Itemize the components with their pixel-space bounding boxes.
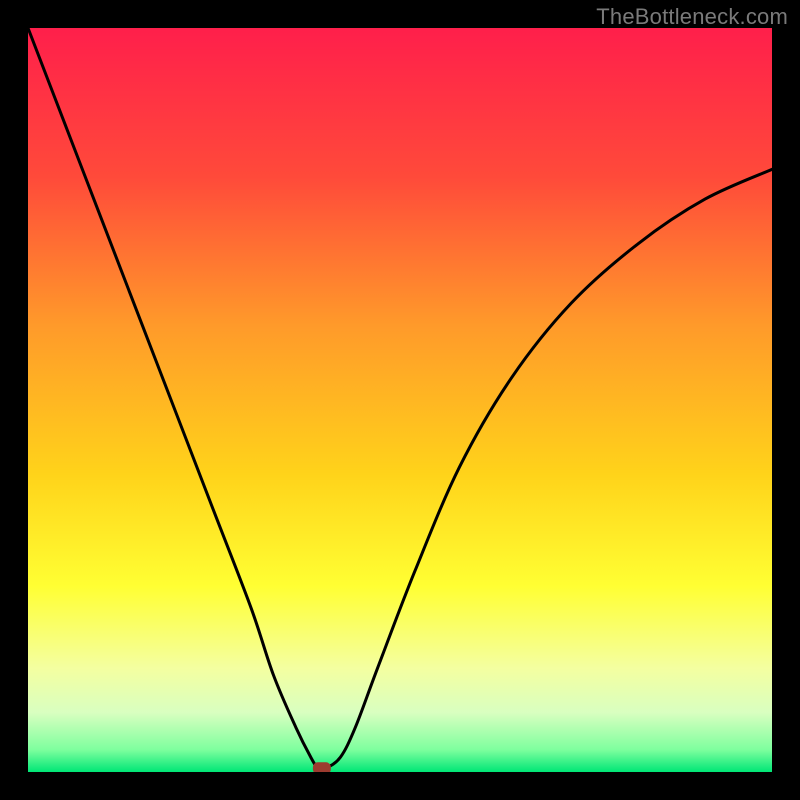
optimal-point-marker xyxy=(313,762,331,772)
chart-frame: TheBottleneck.com xyxy=(0,0,800,800)
chart-background xyxy=(28,28,772,772)
plot-area xyxy=(28,28,772,772)
bottleneck-chart xyxy=(28,28,772,772)
watermark-text: TheBottleneck.com xyxy=(596,4,788,30)
